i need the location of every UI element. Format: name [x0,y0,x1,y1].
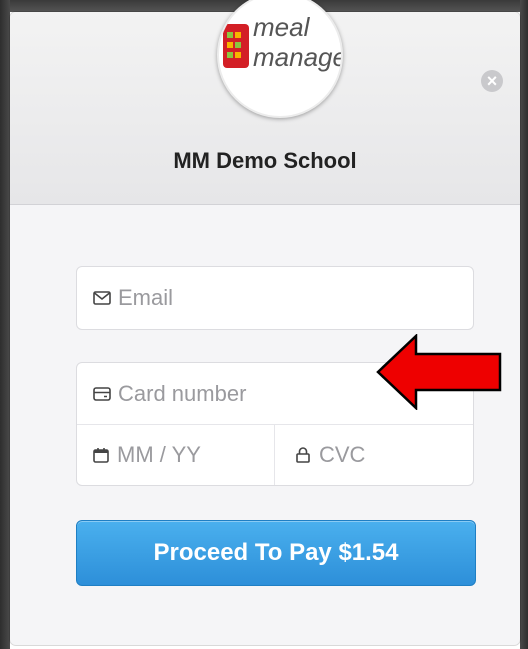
page-backdrop-right [520,0,528,649]
calendar-icon [93,448,109,463]
expiry-field[interactable]: MM / YY [77,425,275,485]
svg-text:manage: manage [253,42,341,72]
card-number-placeholder: Card number [118,380,247,406]
cvc-field[interactable]: CVC [275,425,473,485]
school-name: MM Demo School [173,148,357,173]
red-arrow-annotation [376,334,502,410]
envelope-icon [93,291,111,305]
lock-icon [296,447,310,463]
close-button[interactable]: × [481,70,503,92]
email-placeholder: Email [118,285,174,310]
cvc-placeholder: CVC [319,442,366,467]
close-icon: × [486,71,498,91]
svg-text:meal: meal [253,12,311,42]
page-backdrop-left [0,0,10,649]
proceed-to-pay-button[interactable]: Proceed To Pay $1.54 [76,520,476,586]
email-field[interactable]: Email [76,266,474,330]
expiry-placeholder: MM / YY [117,442,201,467]
meal-manage-logo-graphic: meal manage [223,12,341,72]
credit-card-icon [93,386,111,401]
